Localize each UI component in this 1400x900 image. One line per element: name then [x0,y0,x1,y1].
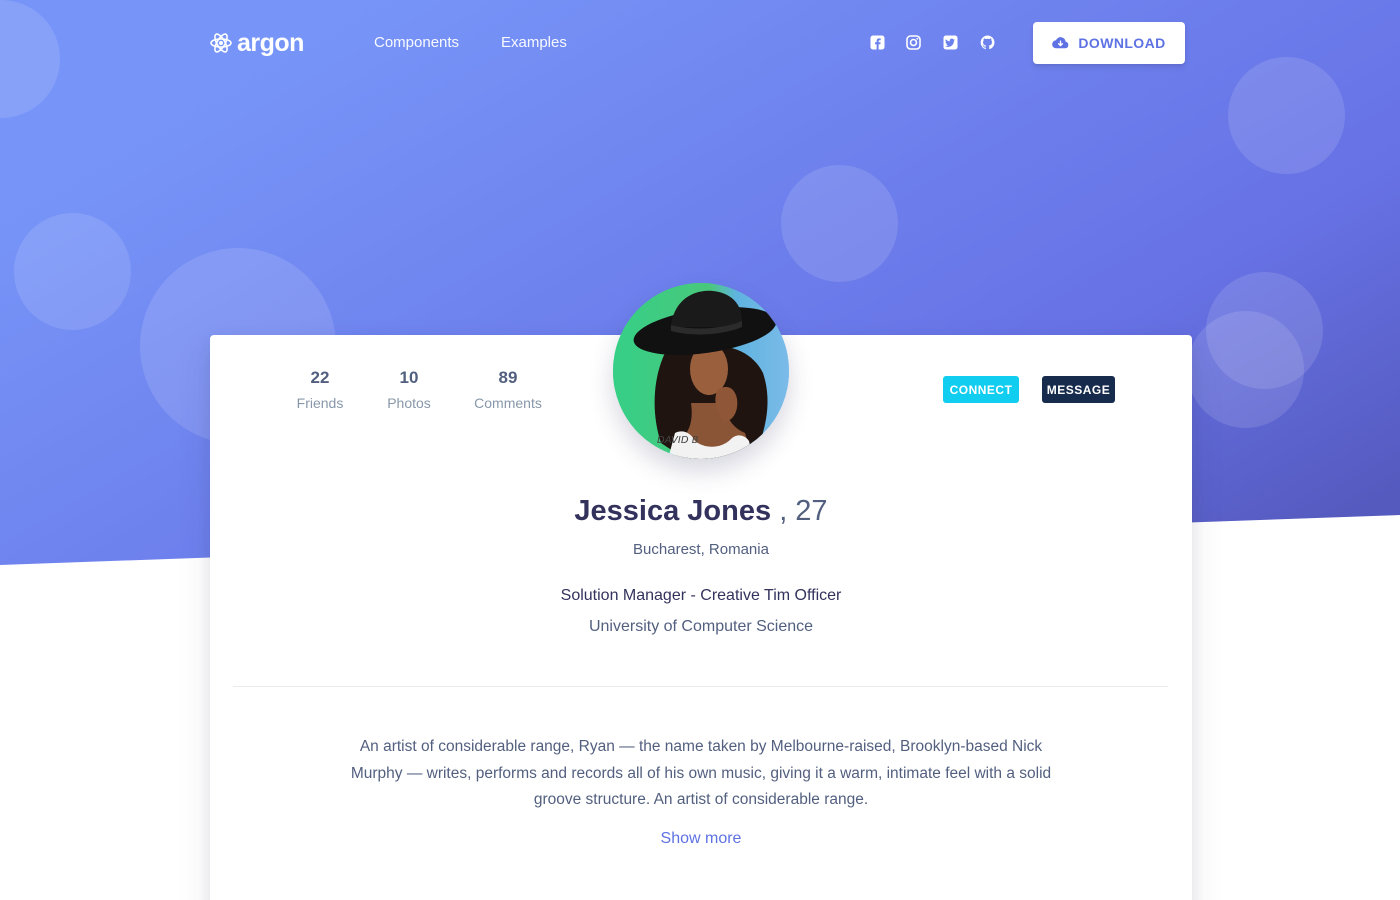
profile-age: , 27 [779,495,828,527]
profile-name-heading: Jessica Jones , 27 [210,492,1192,530]
atom-icon [210,33,232,53]
stat-value: 22 [310,368,330,387]
brand-text: argon [237,29,304,57]
download-label: DOWNLOAD [1078,35,1166,51]
connect-button[interactable]: CONNECT [943,376,1019,403]
profile-bio: An artist of considerable range, Ryan — … [350,738,1052,808]
message-button[interactable]: MESSAGE [1042,376,1115,403]
cloud-download-icon [1052,37,1069,49]
nav-link-examples[interactable]: Examples [501,34,567,51]
decorative-circle [14,213,131,330]
profile-school: University of Computer Science [588,618,814,635]
facebook-square-icon[interactable] [869,34,886,51]
stat-friends: 22 Friends [275,368,365,418]
top-navbar: argon Components Examples DOWNLOAD [0,0,1400,88]
instagram-icon[interactable] [905,34,922,51]
stat-value: 10 [399,368,419,387]
download-button[interactable]: DOWNLOAD [1033,22,1185,64]
decorative-circle [781,165,898,282]
decorative-circle [1187,311,1304,428]
stat-value: 89 [498,368,518,387]
stat-label: Comments [474,395,542,411]
shirt-text: DAVID B [657,435,699,446]
github-icon[interactable] [979,34,996,51]
stat-label: Friends [296,395,344,411]
show-more-link[interactable]: Show more [210,830,1192,848]
stat-photos: 10 Photos [364,368,454,418]
section-divider [233,686,1168,687]
stat-label: Photos [387,395,431,411]
twitter-square-icon[interactable] [942,34,959,51]
profile-location: Bucharest, Romania [633,541,769,558]
nav-link-components[interactable]: Components [374,34,459,51]
profile-photo: DAVID B [613,283,789,459]
profile-name: Jessica Jones [574,495,772,527]
brand-logo[interactable]: argon [209,28,304,58]
profile-job: Solution Manager - Creative Tim Officer [560,587,842,604]
profile-avatar[interactable]: DAVID B [613,283,789,459]
stat-comments: 89 Comments [463,368,553,418]
